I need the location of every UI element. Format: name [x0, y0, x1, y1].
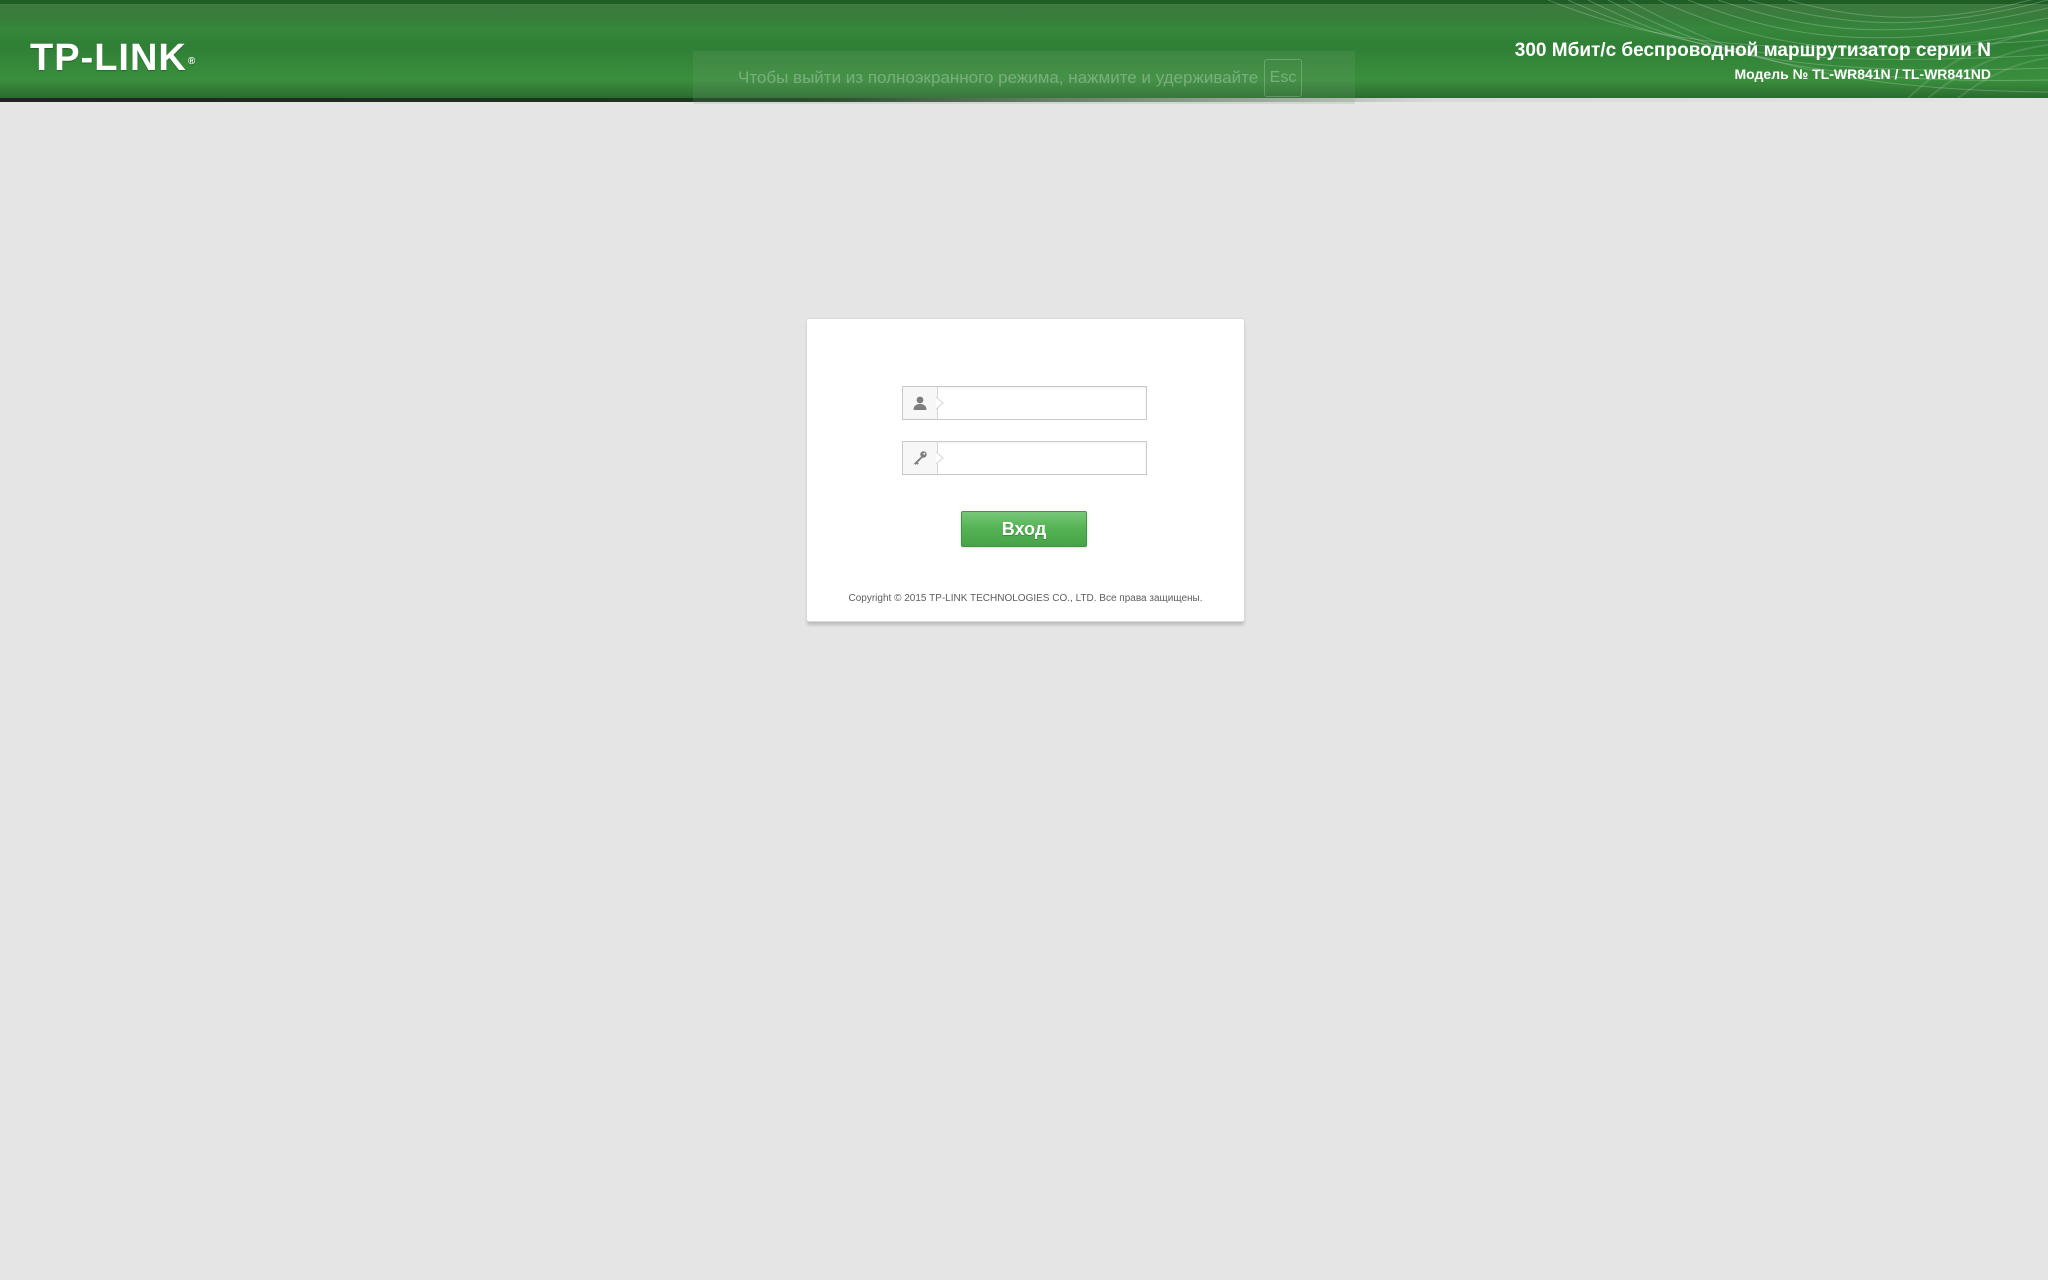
password-field[interactable] [902, 441, 1147, 475]
esc-key-hint: Esc [1264, 59, 1302, 97]
key-icon [903, 442, 938, 474]
field-divider-arrow [936, 397, 944, 409]
login-panel: Вход Copyright © 2015 TP-LINK TECHNOLOGI… [806, 318, 1245, 622]
registered-mark: ® [187, 56, 197, 67]
user-icon [903, 387, 938, 419]
password-input[interactable] [947, 446, 1137, 470]
username-input[interactable] [947, 391, 1137, 415]
tp-link-logo: TP-LINK® [30, 37, 196, 79]
logo-text: TP-LINK [30, 37, 187, 79]
model-number: Модель № TL-WR841N / TL-WR841ND [1734, 66, 1991, 82]
field-divider-arrow [936, 452, 944, 464]
login-button[interactable]: Вход [961, 511, 1087, 547]
copyright-text: Copyright © 2015 TP-LINK TECHNOLOGIES CO… [848, 593, 1203, 604]
product-title: 300 Мбит/с беспроводной маршрутизатор се… [1514, 40, 1991, 61]
fullscreen-exit-notice: Чтобы выйти из полноэкранного режима, на… [693, 51, 1355, 104]
fullscreen-notice-text: Чтобы выйти из полноэкранного режима, на… [738, 68, 1259, 87]
username-field[interactable] [902, 386, 1147, 420]
